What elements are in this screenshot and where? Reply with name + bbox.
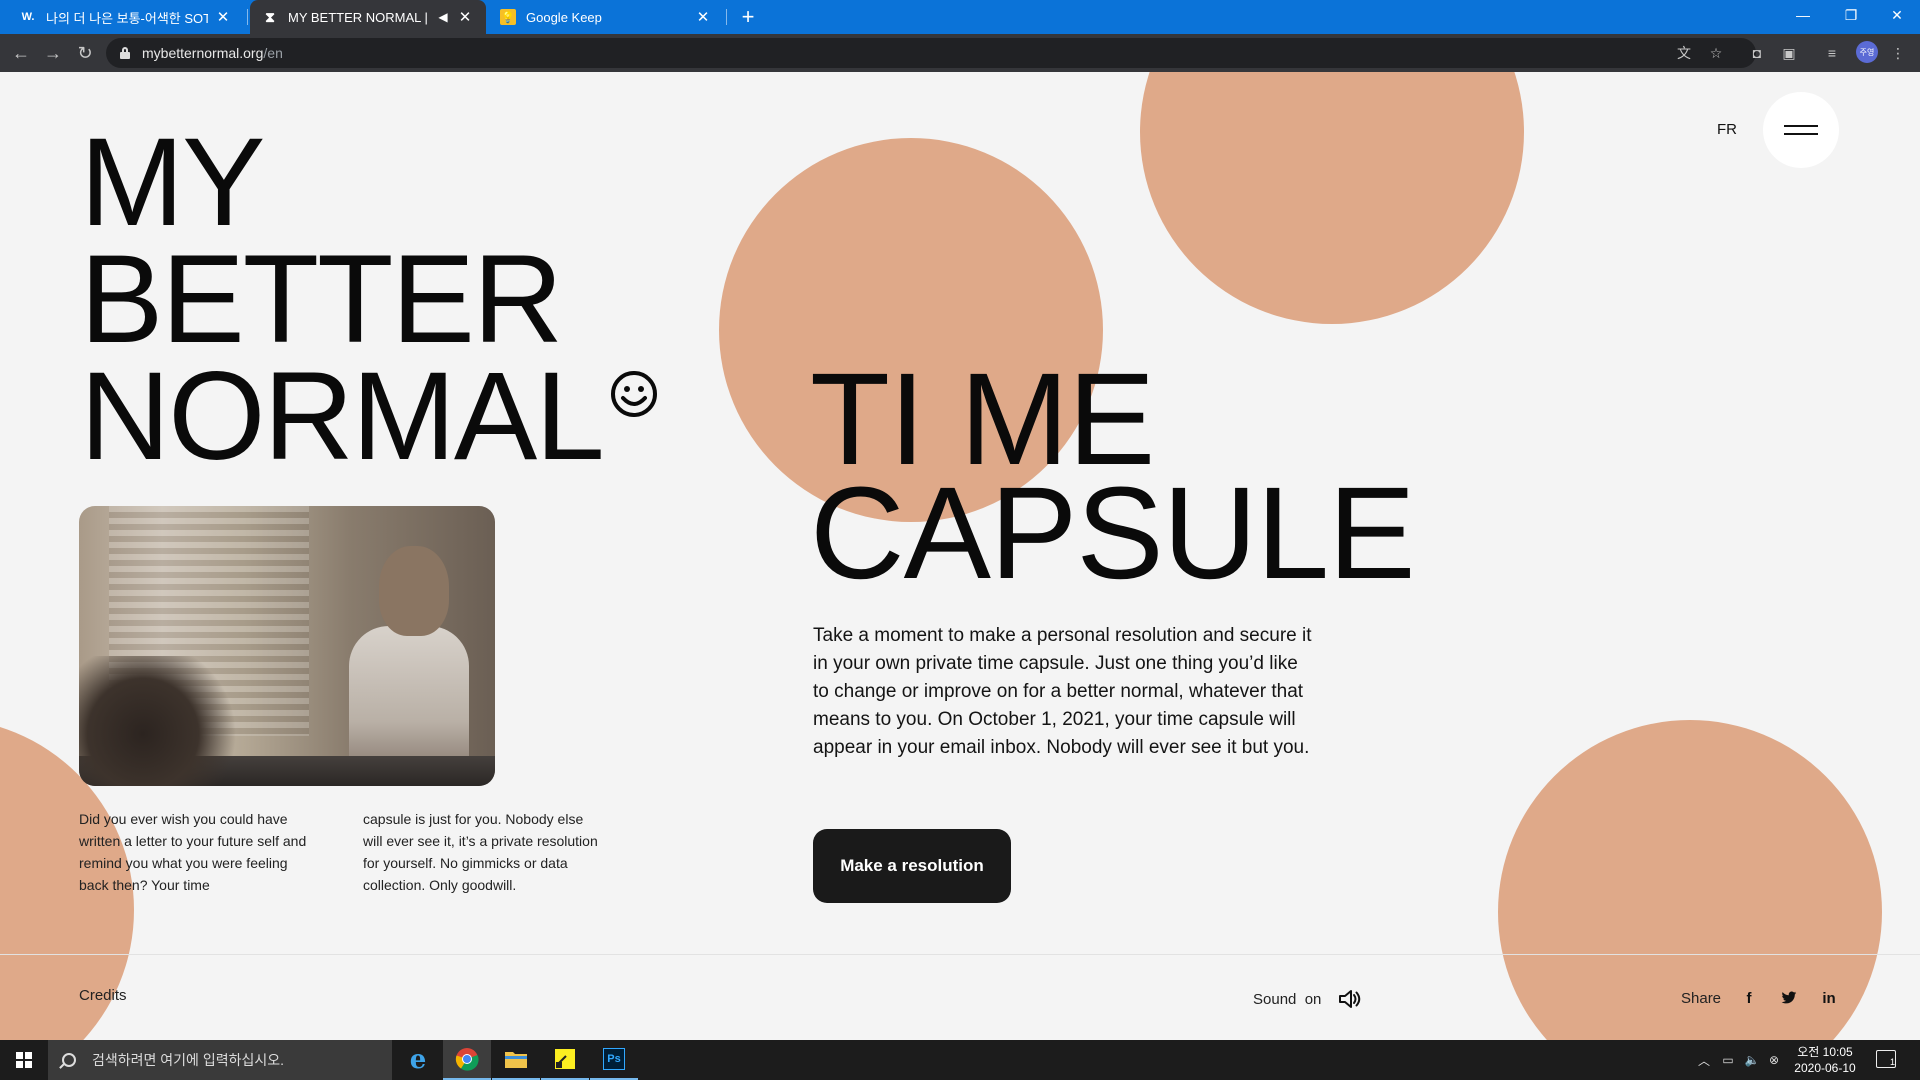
tab-separator xyxy=(726,9,727,25)
profile-avatar[interactable]: 주영 xyxy=(1856,41,1878,63)
intro-text-column-2: capsule is just for you. Nobody else wil… xyxy=(363,811,598,893)
tab-sotd[interactable]: W. 나의 더 나은 보통-어색한 SOTD ✕ xyxy=(8,0,244,34)
windows-logo-icon xyxy=(16,1052,32,1068)
share-label: Share xyxy=(1681,989,1722,1007)
new-tab-button[interactable]: + xyxy=(735,4,761,30)
menu-button[interactable] xyxy=(1763,92,1839,168)
tab-google-keep[interactable]: 💡 Google Keep ✕ xyxy=(488,0,724,34)
search-placeholder: 검색하려면 여기에 입력하십시오. xyxy=(92,1052,284,1068)
browser-tab-bar: W. 나의 더 나은 보통-어색한 SOTD ✕ ⧗ MY BETTER NOR… xyxy=(0,0,1920,34)
chrome-taskbar-icon[interactable] xyxy=(443,1040,491,1080)
close-tab-icon[interactable]: ✕ xyxy=(214,8,232,26)
twitter-icon[interactable] xyxy=(1777,988,1801,1008)
make-resolution-button[interactable]: Make a resolution xyxy=(813,829,1011,903)
address-bar[interactable]: mybetternormal.org/en xyxy=(106,38,1756,68)
site-title-line: MY xyxy=(80,113,265,252)
hamburger-line xyxy=(1784,133,1818,135)
url-host: mybetternormal.org xyxy=(142,45,264,61)
close-tab-icon[interactable]: ✕ xyxy=(456,8,474,26)
tab-title: 나의 더 나은 보통-어색한 SOTD xyxy=(46,10,208,26)
wix-favicon-icon: W. xyxy=(21,11,35,23)
tab-title: Google Keep xyxy=(526,9,602,25)
tab-my-better-normal[interactable]: ⧗ MY BETTER NORMAL | TI:M ◀︎ ✕ xyxy=(250,0,486,34)
speaker-icon xyxy=(1339,990,1361,1008)
close-window-button[interactable]: ✕ xyxy=(1874,0,1920,30)
reload-button[interactable]: ↻ xyxy=(72,40,98,66)
person-head xyxy=(379,546,449,636)
hourglass-favicon-icon: ⧗ xyxy=(265,8,275,25)
url-path: /en xyxy=(263,45,283,61)
clock-date: 2020-06-10 xyxy=(1794,1061,1856,1075)
blurred-foreground-object xyxy=(79,656,239,786)
decorative-circle xyxy=(1140,72,1524,324)
close-tab-icon[interactable]: ✕ xyxy=(694,8,712,26)
search-icon xyxy=(62,1053,76,1067)
internet-explorer-icon[interactable]: e xyxy=(394,1040,442,1080)
media-control-icon[interactable]: ≡ xyxy=(1821,42,1843,64)
photoshop-icon[interactable]: Ps xyxy=(590,1040,638,1080)
taskbar-search-input[interactable]: 검색하려면 여기에 입력하십시오. xyxy=(48,1040,392,1080)
sound-toggle-label: Sound on xyxy=(1253,990,1322,1008)
forward-button[interactable]: → xyxy=(40,40,66,66)
network-icon[interactable]: ▭ xyxy=(1720,1052,1736,1068)
footer-divider xyxy=(0,954,1920,955)
time-capsule-description: Take a moment to make a personal resolut… xyxy=(813,625,1312,758)
share-bar: Share f in xyxy=(1681,988,1841,1008)
back-button[interactable]: ← xyxy=(8,40,34,66)
keep-favicon-icon: 💡 xyxy=(500,9,516,25)
linkedin-icon[interactable]: in xyxy=(1817,988,1841,1008)
file-explorer-icon[interactable] xyxy=(492,1040,540,1080)
site-title: MY BETTER NORMAL xyxy=(80,113,605,486)
volume-icon[interactable]: 🔈 xyxy=(1744,1052,1760,1068)
hamburger-line xyxy=(1784,125,1818,127)
notification-count: 1 xyxy=(1889,1057,1895,1067)
bookmark-star-icon[interactable]: ☆ xyxy=(1705,42,1727,64)
windows-start-button[interactable] xyxy=(0,1040,48,1080)
extension-icon[interactable]: ▣ xyxy=(1778,42,1800,64)
site-title-line: BETTER xyxy=(80,230,563,369)
chrome-menu-icon[interactable]: ⋮ xyxy=(1887,42,1909,64)
tab-title: MY BETTER NORMAL | TI:M xyxy=(288,9,430,25)
notification-center-icon[interactable]: 1 xyxy=(1876,1050,1896,1068)
browser-toolbar: ← → ↻ mybetternormal.org/en 文 ☆ ◘ ▣ ≡ 주영… xyxy=(0,34,1920,72)
smiley-icon xyxy=(611,371,657,417)
credits-link[interactable]: Credits xyxy=(79,987,127,1004)
extension-shield-icon[interactable]: ◘ xyxy=(1746,42,1768,64)
time-capsule-title: TI ME CAPSULE xyxy=(810,353,1416,606)
intro-text-column-1: Did you ever wish you could have written… xyxy=(79,811,307,893)
lock-icon xyxy=(120,47,130,59)
system-clock[interactable]: 오전 10:05 2020-06-10 xyxy=(1780,1044,1870,1076)
language-switch-fr[interactable]: FR xyxy=(1717,121,1737,138)
sticky-notes-icon[interactable] xyxy=(541,1040,589,1080)
sound-toggle[interactable]: Sound on xyxy=(1253,988,1361,1010)
web-page: MY BETTER NORMAL Did you ever wish you c… xyxy=(0,72,1920,1040)
translate-icon[interactable]: 文 xyxy=(1673,42,1695,64)
facebook-icon[interactable]: f xyxy=(1737,988,1761,1008)
minimize-button[interactable]: — xyxy=(1780,0,1826,30)
restore-button[interactable]: ❐ xyxy=(1828,0,1874,30)
site-title-line: NORMAL xyxy=(80,347,605,486)
clock-time: 오전 10:05 xyxy=(1797,1045,1853,1059)
speaker-muted-icon[interactable]: ◀︎ xyxy=(436,8,450,26)
hero-photo xyxy=(79,506,495,786)
capsule-title-line: CAPSULE xyxy=(810,459,1416,606)
tab-separator xyxy=(247,9,248,25)
windows-taskbar: 검색하려면 여기에 입력하십시오. e Ps ︿ ▭ 🔈 ⊗ 오전 10:05 … xyxy=(0,1040,1920,1080)
tray-expand-icon[interactable]: ︿ xyxy=(1696,1052,1712,1068)
